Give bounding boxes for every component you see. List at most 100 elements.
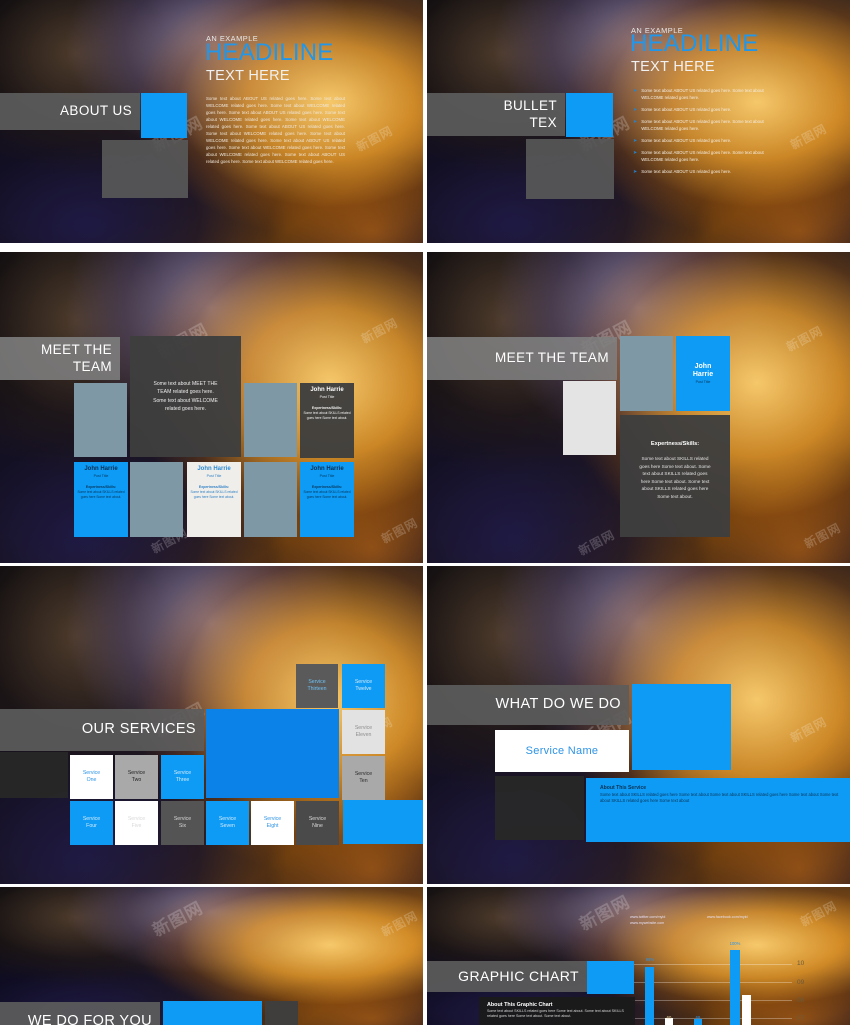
service-tile[interactable]: Service Seven [206, 801, 249, 845]
team-member-skills-label: Expertness/Skills: [198, 485, 230, 490]
team-card[interactable]: John Harrie Post Title Expertness/Skills… [300, 383, 354, 458]
title-bar: BULLET TEX [427, 93, 565, 136]
dark-accent-block [265, 1001, 298, 1025]
service-label-line2: Nine [312, 823, 323, 829]
service-tile[interactable]: Service Eight [251, 801, 294, 845]
blue-accent-block [587, 961, 634, 994]
twitter-link[interactable]: www.twitter.com/myid [630, 915, 665, 921]
slide-title: ABOUT US [60, 103, 132, 119]
team-card[interactable]: John Harrie Post Title Expertness/Skills… [74, 462, 128, 537]
service-label-line1: Service [263, 816, 282, 823]
service-tile[interactable]: Service Six [161, 801, 204, 845]
service-tile[interactable]: Service Five [115, 801, 158, 845]
blue-accent-block [343, 800, 423, 844]
team-member-name: John Harrie [84, 466, 118, 472]
website-link[interactable]: www.mywebsite.com [630, 921, 665, 927]
slide-our-services[interactable]: 新图网 新图网 OUR SERVICES ServiceThirteen Ser… [0, 566, 423, 884]
team-member-card[interactable]: John Harrie Post Title [676, 336, 730, 411]
bullet-arrow-icon: ➤ [633, 119, 638, 126]
service-tile[interactable]: Service Four [70, 801, 113, 845]
slide-title-line2: TEX [529, 114, 557, 130]
service-tile[interactable]: Service Two [115, 755, 158, 799]
service-tile[interactable]: Service Ten [342, 756, 385, 800]
team-member-post: Post Title [695, 380, 711, 385]
bullet-text: Some text about ABOUT US related goes he… [641, 106, 732, 112]
bullet-text: Some text about ABOUT US related goes he… [641, 88, 764, 100]
bullet-text: Some text about ABOUT US related goes he… [641, 168, 732, 174]
team-member-post: Post Title [319, 474, 335, 479]
slide-title-line1: BULLET [503, 98, 557, 114]
bar-value-label: 98% [645, 957, 655, 962]
team-card[interactable]: John Harrie Post Title Expertness/Skills… [187, 462, 241, 537]
service-label-line1: Service [218, 816, 237, 823]
team-member-skills-label: Expertness/Skills: [311, 485, 343, 490]
social-links-right: www.facebook.com/myid [707, 915, 748, 921]
slide-meet-the-team-single[interactable]: 新图网 新图网 新图网 新图网 MEET THE TEAM John Harri… [427, 252, 850, 563]
dark-filler-block [0, 752, 68, 798]
service-label-line1: Service [308, 816, 327, 823]
blue-accent-block [566, 93, 613, 137]
service-name-text: Service Name [525, 745, 599, 757]
gray-image-block [102, 140, 188, 198]
team-photo-placeholder [244, 462, 297, 537]
service-label-line1: Service [173, 770, 192, 777]
list-item: ➤ Some text about ABOUT US related goes h… [633, 150, 781, 163]
service-label-line1: Service [127, 816, 146, 823]
slide-title-line1: MEET THE [41, 342, 112, 358]
bar-value-label: 100% [729, 941, 741, 946]
bullet-text: Some text about ABOUT US related goes he… [641, 137, 732, 143]
service-label-line2: Three [175, 777, 190, 783]
bullet-text: Some text about ABOUT US related goes he… [641, 119, 764, 131]
slide-what-do-we-do[interactable]: 新图网 新图网 WHAT DO WE DO Service Name About… [427, 566, 850, 884]
list-item: ➤ Some text about ABOUT US related goes h… [633, 138, 781, 146]
bar [645, 967, 654, 1025]
slide-title-line2: TEAM [72, 358, 112, 374]
team-photo-placeholder [620, 336, 673, 411]
skills-panel: Expertness/Skills: Some text about SKILL… [620, 415, 730, 537]
gray-image-block [526, 139, 614, 199]
service-name-field[interactable]: Service Name [495, 730, 629, 772]
about-chart-panel: About This Graphic Chart Some text about… [479, 997, 635, 1025]
team-photo-placeholder [74, 383, 127, 457]
service-label-line2: Eleven [355, 732, 372, 738]
team-member-skills-label: Expertness/Skills: [85, 485, 117, 490]
title-bar: WE DO FOR YOU [0, 1002, 160, 1025]
bullet-arrow-icon: ➤ [633, 106, 638, 113]
bar-value-label: 68 [695, 1015, 701, 1020]
team-intro-text: Some text about MEET THE TEAM related go… [153, 381, 218, 412]
service-tile[interactable]: Service Three [161, 755, 204, 799]
service-tile[interactable]: Service Nine [296, 801, 339, 845]
y-axis-tick: 07 [797, 1015, 805, 1022]
slide-we-do-for-you[interactable]: 新图网 新图网 WE DO FOR YOU [0, 887, 423, 1025]
slide-graphic-chart[interactable]: 新图网 新图网 www.twitter.com/myid www.mywebsi… [427, 887, 850, 1025]
team-card[interactable]: John Harrie Post Title Expertness/Skills… [300, 462, 354, 537]
team-member-skills-text: Some text about SKILLS related goes here… [190, 490, 238, 499]
blue-accent-block [163, 1001, 262, 1025]
service-label-line1: Service [127, 770, 146, 777]
bullet-arrow-icon: ➤ [633, 88, 638, 94]
service-label-line2: Ten [359, 778, 368, 784]
team-member-post: Post Title [93, 474, 109, 479]
bar [742, 995, 751, 1025]
light-image-block [563, 381, 616, 455]
bar [730, 950, 740, 1025]
service-tile[interactable]: Service Thirteen [296, 664, 338, 708]
list-item: ➤ Some text about ABOUT US related goes h… [633, 107, 781, 115]
slide-title: OUR SERVICES [81, 721, 196, 738]
slide-bullet-text[interactable]: 新图网 新图网 BULLET TEX AN EXAMPLE HEADILINE … [427, 0, 850, 243]
slide-meet-the-team-grid[interactable]: 新图网 新图网 新图网 新图网 MEET THE TEAM Some text … [0, 252, 423, 563]
team-photo-placeholder [244, 383, 297, 457]
team-member-name-line1: John [694, 362, 712, 370]
bullet-arrow-icon: ➤ [633, 150, 638, 157]
bar-chart: 98% 60 68 100% [632, 941, 792, 1025]
service-tile[interactable]: Service One [70, 755, 113, 799]
service-tile[interactable]: Service Twelve [342, 664, 385, 708]
facebook-link[interactable]: www.facebook.com/myid [707, 915, 748, 921]
blue-accent-block [141, 93, 187, 138]
service-tile[interactable]: Service Eleven [342, 710, 385, 754]
title-bar: MEET THE TEAM [0, 337, 120, 380]
slide-title: MEET THE TEAM [495, 350, 609, 366]
social-links-left: www.twitter.com/myid www.mywebsite.com [630, 915, 665, 926]
slide-about-us[interactable]: 新图网 新图网 ABOUT US AN EXAMPLE HEADILINE TE… [0, 0, 423, 243]
service-label-line1: Service [308, 679, 326, 686]
